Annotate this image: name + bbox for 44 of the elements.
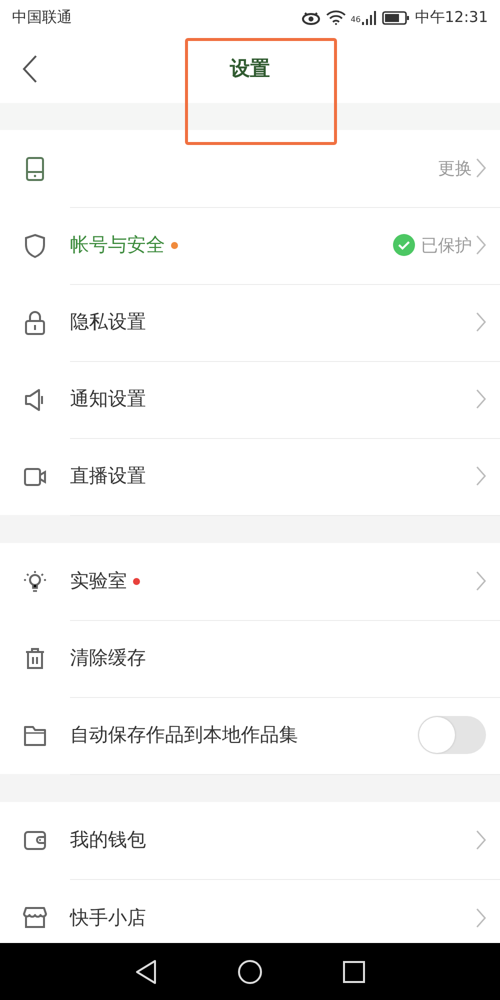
toggle-switch[interactable]: [418, 716, 486, 754]
lightbulb-icon: [23, 568, 47, 594]
chevron-icon: [476, 466, 486, 486]
wifi-icon: [326, 10, 346, 25]
shield-icon: [23, 232, 47, 258]
row-label: 清除缓存: [70, 646, 146, 671]
eye-icon: [300, 10, 321, 24]
home-icon[interactable]: [237, 958, 263, 984]
battery-icon: [382, 10, 410, 24]
row-label: 自动保存作品到本地作品集: [70, 723, 298, 748]
chevron-icon: [476, 235, 486, 255]
page-title: 设置: [230, 55, 270, 82]
shop-icon: [23, 904, 47, 930]
chevron-icon: [476, 908, 486, 928]
chevron-icon: [476, 312, 486, 332]
lock-icon: [23, 310, 47, 336]
chevron-icon: [476, 571, 486, 591]
chevron-icon: [476, 158, 486, 178]
signal-icon: [360, 10, 377, 24]
settings-row[interactable]: 隐私设置: [0, 284, 500, 361]
network-type: 46: [350, 15, 361, 24]
row-label: 直播设置: [70, 464, 146, 489]
chevron-icon: [476, 830, 486, 850]
row-label: 实验室: [70, 569, 127, 594]
settings-row[interactable]: 帐号与安全 已保护: [0, 207, 500, 284]
back-icon: [22, 54, 38, 84]
back-icon[interactable]: [135, 958, 157, 984]
chevron-icon: [476, 389, 486, 409]
settings-row[interactable]: 通知设置: [0, 361, 500, 438]
row-label: 我的钱包: [70, 828, 146, 853]
row-label: 快手小店: [70, 906, 146, 930]
settings-row[interactable]: 快手小店: [0, 879, 500, 943]
recents-icon[interactable]: [343, 960, 365, 982]
settings-row[interactable]: 我的钱包: [0, 802, 500, 879]
row-value: 更换: [438, 158, 472, 180]
clock-time: 中午12:31: [414, 8, 488, 27]
settings-row[interactable]: 清除缓存: [0, 620, 500, 697]
row-value: 已保护: [421, 234, 472, 256]
row-label: 隐私设置: [70, 310, 146, 335]
settings-row[interactable]: 实验室: [0, 543, 500, 620]
row-label: 通知设置: [70, 387, 146, 412]
carrier-name: 中国联通: [12, 8, 72, 27]
trash-icon: [23, 646, 47, 672]
row-label: 帐号与安全: [70, 233, 165, 258]
